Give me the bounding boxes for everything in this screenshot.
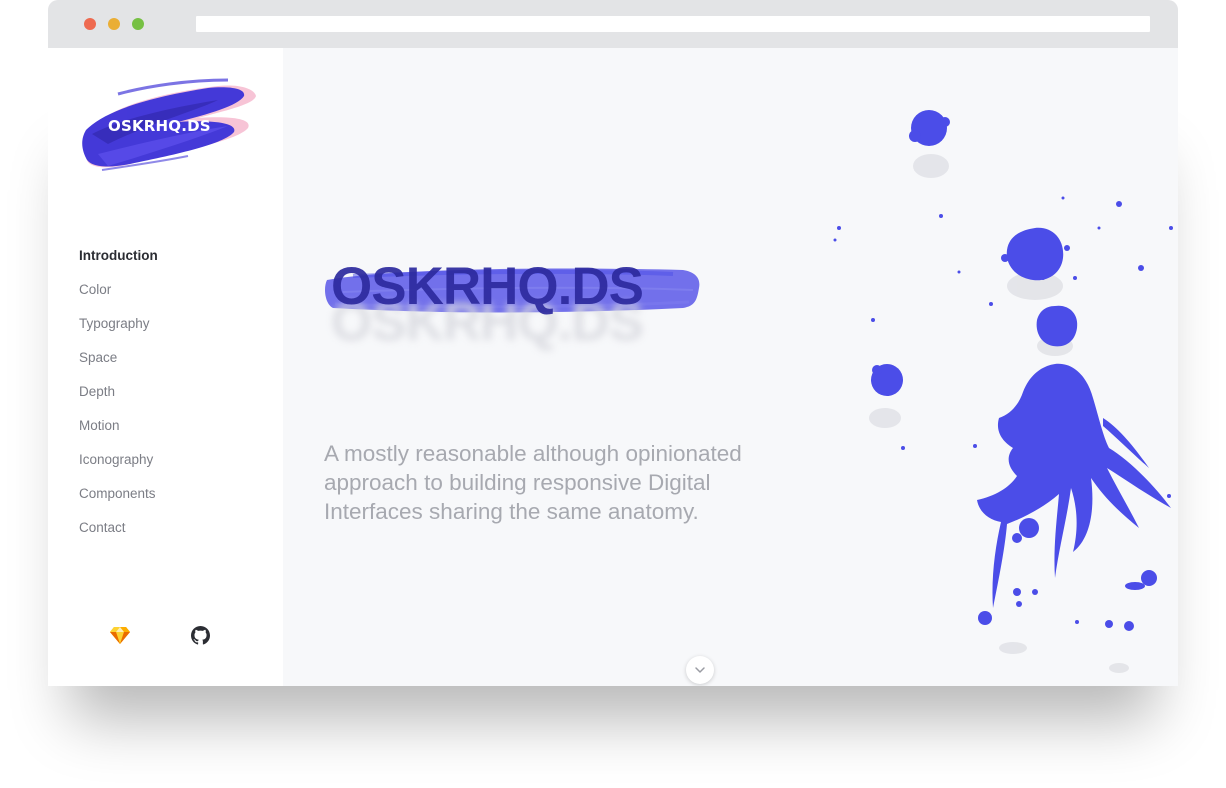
nav-item-space[interactable]: Space [79, 348, 158, 382]
minimize-button[interactable] [108, 18, 120, 30]
hero-tagline: A mostly reasonable although opinionated… [324, 440, 742, 524]
chevron-down-icon [695, 667, 705, 673]
logo[interactable]: OSKRHQ.DS [78, 74, 260, 178]
nav-item-depth[interactable]: Depth [79, 382, 158, 416]
nav-item-introduction[interactable]: Introduction [79, 246, 158, 280]
nav-item-contact[interactable]: Contact [79, 518, 158, 552]
main-content: OSKRHQ.DS OSKRHQ.DS A mostly reasonable … [283, 48, 1178, 686]
title-bar [48, 0, 1178, 48]
zoom-button[interactable] [132, 18, 144, 30]
address-bar[interactable] [196, 16, 1150, 32]
close-button[interactable] [84, 18, 96, 30]
screenshot-stage: OSKRHQ.DS Introduction Color Typography … [0, 0, 1226, 788]
nav-item-components[interactable]: Components [79, 484, 158, 518]
logo-text: OSKRHQ.DS [108, 117, 211, 135]
sidebar-nav: Introduction Color Typography Space Dept… [79, 246, 158, 552]
scroll-down-button[interactable] [686, 656, 714, 684]
paint-splatter-graphic [833, 110, 1173, 673]
hero-title-block: OSKRHQ.DS OSKRHQ.DS [323, 248, 723, 358]
nav-item-color[interactable]: Color [79, 280, 158, 314]
hero-title: OSKRHQ.DS [331, 257, 644, 316]
nav-item-typography[interactable]: Typography [79, 314, 158, 348]
browser-window: OSKRHQ.DS Introduction Color Typography … [48, 0, 1178, 686]
nav-item-iconography[interactable]: Iconography [79, 450, 158, 484]
github-icon[interactable] [191, 626, 210, 645]
sidebar: OSKRHQ.DS Introduction Color Typography … [48, 48, 283, 686]
sketch-icon[interactable] [110, 626, 130, 644]
nav-item-motion[interactable]: Motion [79, 416, 158, 450]
